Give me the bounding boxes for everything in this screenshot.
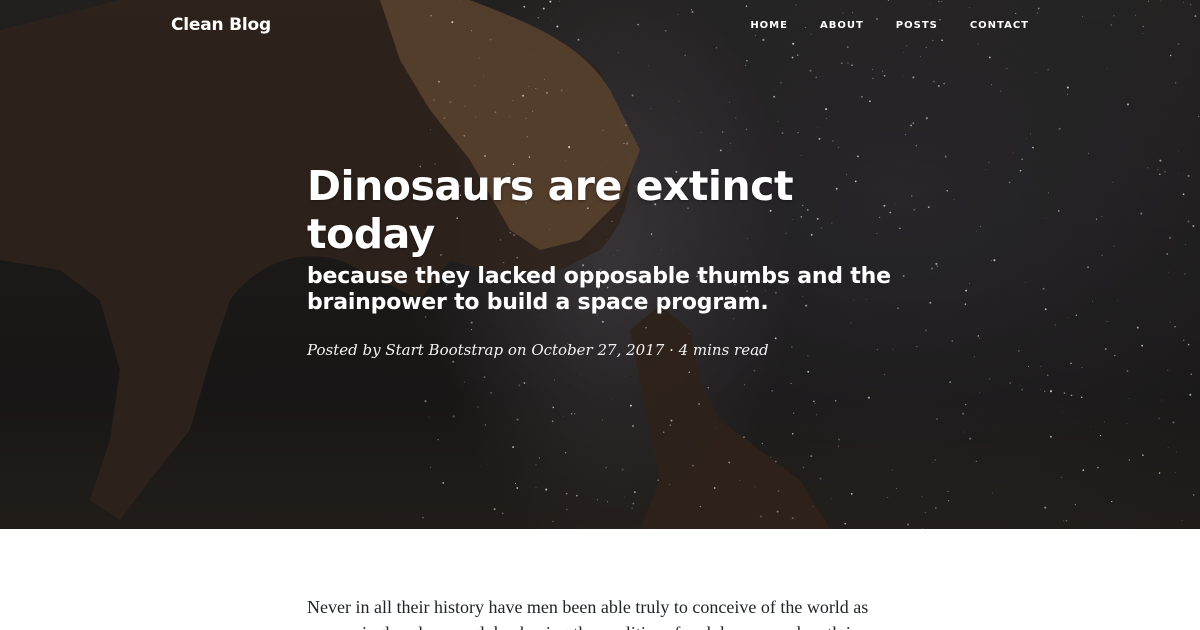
main-nav: HOME ABOUT POSTS CONTACT [718, 19, 1029, 33]
hero-header: Clean Blog HOME ABOUT POSTS CONTACT Dino… [0, 0, 1200, 529]
nav-link-home[interactable]: HOME [750, 19, 788, 33]
post-title: Dinosaurs are extinct today [307, 162, 794, 258]
post-subtitle: because they lacked opposable thumbs and… [307, 264, 891, 315]
nav-link-posts[interactable]: POSTS [896, 19, 938, 33]
nav-link-about[interactable]: ABOUT [820, 19, 864, 33]
post-paragraph: Never in all their history have men been… [307, 597, 869, 630]
brand-logo-link[interactable]: Clean Blog [171, 15, 271, 35]
post-heading: Dinosaurs are extinct today because they… [307, 162, 897, 360]
nav-link-contact[interactable]: CONTACT [970, 19, 1029, 33]
post-meta: Posted by Start Bootstrap on October 27,… [307, 341, 769, 359]
post-content: Never in all their history have men been… [307, 594, 897, 630]
